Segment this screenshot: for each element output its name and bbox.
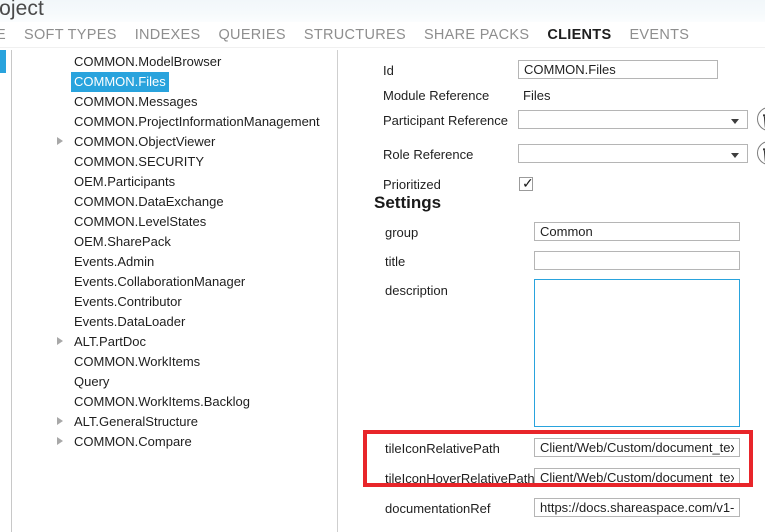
- tab-events[interactable]: EVENTS: [620, 22, 698, 48]
- title-label: title: [385, 254, 406, 269]
- tab-list: E SOFT TYPES INDEXES QUERIES STRUCTURES SHARE…: [0, 22, 765, 48]
- description-textarea[interactable]: [534, 279, 740, 427]
- tree-item-label: Events.Admin: [74, 254, 155, 269]
- main-tab-bar: E SOFT TYPES INDEXES QUERIES STRUCTURES SHARE…: [0, 22, 765, 48]
- tree-item-label: Events.DataLoader: [74, 314, 186, 329]
- tree-item[interactable]: COMMON.SECURITY: [12, 152, 336, 172]
- tree-item[interactable]: OEM.Participants: [12, 172, 336, 192]
- chevron-right-icon[interactable]: [57, 437, 63, 445]
- documentation-ref-input[interactable]: [534, 498, 740, 517]
- tree-item-label: Events.Contributor: [74, 294, 182, 309]
- role-reference-label: Role Reference: [383, 147, 474, 162]
- tree-item-label: COMMON.WorkItems: [74, 354, 201, 369]
- role-reference-delete-button[interactable]: [757, 141, 765, 165]
- tree-item-label: COMMON.ObjectViewer: [74, 134, 216, 149]
- title-input[interactable]: [534, 251, 740, 270]
- chevron-right-icon[interactable]: [57, 337, 63, 345]
- tab-clients[interactable]: CLIENTS: [538, 22, 620, 48]
- group-input[interactable]: [534, 222, 740, 241]
- tile-icon-hover-relative-path-label: tileIconHoverRelativePath: [385, 471, 535, 486]
- tab-indexes[interactable]: INDEXES: [126, 22, 210, 48]
- left-accent-indicator: [0, 50, 6, 73]
- tile-icon-hover-relative-path-input[interactable]: [534, 468, 740, 487]
- tab-share-packs[interactable]: SHARE PACKS: [415, 22, 538, 48]
- tree-item-label: OEM.SharePack: [74, 234, 171, 249]
- client-tree-panel[interactable]: COMMON.ModelBrowser COMMON.Files COMMON.Me…: [12, 52, 336, 532]
- checkmark-icon: ✓: [522, 175, 534, 191]
- tree-item[interactable]: COMMON.WorkItems.Backlog: [12, 392, 336, 412]
- tree-item-label: COMMON.ProjectInformationManagement: [74, 114, 320, 129]
- app-header: roject: [0, 0, 765, 22]
- tree-item[interactable]: ALT.PartDoc: [12, 332, 336, 352]
- tree-item-label: OEM.Participants: [74, 174, 176, 189]
- chevron-right-icon[interactable]: [57, 137, 63, 145]
- prioritized-label: Prioritized: [383, 177, 441, 192]
- tree-item[interactable]: COMMON.ProjectInformationManagement: [12, 112, 336, 132]
- tab-queries[interactable]: QUERIES: [209, 22, 294, 48]
- documentation-ref-label: documentationRef: [385, 501, 491, 516]
- tree-item[interactable]: COMMON.ModelBrowser: [12, 52, 336, 72]
- tree-item-label: ALT.PartDoc: [74, 334, 147, 349]
- role-reference-dropdown[interactable]: [518, 144, 748, 163]
- participant-reference-label: Participant Reference: [383, 113, 509, 128]
- module-reference-value: Files: [523, 88, 551, 103]
- participant-reference-delete-button[interactable]: [757, 107, 765, 131]
- participant-reference-dropdown[interactable]: [518, 110, 748, 129]
- tab-structures[interactable]: STRUCTURES: [295, 22, 415, 48]
- tree-item[interactable]: OEM.SharePack: [12, 232, 336, 252]
- id-input[interactable]: [518, 60, 718, 79]
- tree-item-label: Events.CollaborationManager: [74, 274, 246, 289]
- id-label: Id: [383, 63, 394, 78]
- tree-item[interactable]: COMMON.WorkItems: [12, 352, 336, 372]
- tree-item[interactable]: COMMON.Messages: [12, 92, 336, 112]
- prioritized-checkbox[interactable]: ✓: [519, 175, 534, 191]
- tree-item-label: COMMON.Files: [71, 72, 169, 92]
- tree-item-label: COMMON.LevelStates: [74, 214, 207, 229]
- tree-item-label: ALT.GeneralStructure: [74, 414, 199, 429]
- tree-item[interactable]: Events.Contributor: [12, 292, 336, 312]
- tree-item-label: COMMON.Compare: [74, 434, 192, 449]
- tabbar-divider: [0, 47, 765, 48]
- chevron-down-icon: [731, 153, 739, 158]
- tree-item-label: Query: [74, 374, 110, 389]
- tab-soft-types[interactable]: SOFT TYPES: [15, 22, 126, 48]
- tree-item-label: COMMON.Messages: [74, 94, 198, 109]
- settings-heading: Settings: [374, 193, 442, 212]
- chevron-down-icon: [731, 119, 739, 124]
- tree-item-label: COMMON.ModelBrowser: [74, 54, 222, 69]
- tree-item[interactable]: COMMON.Files: [12, 72, 336, 92]
- tile-icon-relative-path-label: tileIconRelativePath: [385, 441, 500, 456]
- tree-item[interactable]: COMMON.Compare: [12, 432, 336, 452]
- tree-item[interactable]: ALT.GeneralStructure: [12, 412, 336, 432]
- tree-item-label: COMMON.WorkItems.Backlog: [74, 394, 251, 409]
- tree-item[interactable]: Events.Admin: [12, 252, 336, 272]
- module-reference-label: Module Reference: [383, 88, 490, 103]
- tree-item[interactable]: COMMON.LevelStates: [12, 212, 336, 232]
- group-label: group: [385, 225, 419, 240]
- page-title: roject: [0, 0, 44, 20]
- tree-item[interactable]: Events.DataLoader: [12, 312, 336, 332]
- tree-item[interactable]: Query: [12, 372, 336, 392]
- tree-item-label: COMMON.SECURITY: [74, 154, 204, 169]
- chevron-right-icon[interactable]: [57, 417, 63, 425]
- tree-item-label: COMMON.DataExchange: [74, 194, 224, 209]
- client-detail-panel: Id Module Reference Files Participant Re…: [338, 50, 765, 532]
- description-label: description: [385, 283, 448, 298]
- tree-item[interactable]: Events.CollaborationManager: [12, 272, 336, 292]
- tree-item[interactable]: COMMON.DataExchange: [12, 192, 336, 212]
- tile-icon-relative-path-input[interactable]: [534, 438, 740, 457]
- tab-e[interactable]: E: [0, 22, 15, 48]
- tree-item[interactable]: COMMON.ObjectViewer: [12, 132, 336, 152]
